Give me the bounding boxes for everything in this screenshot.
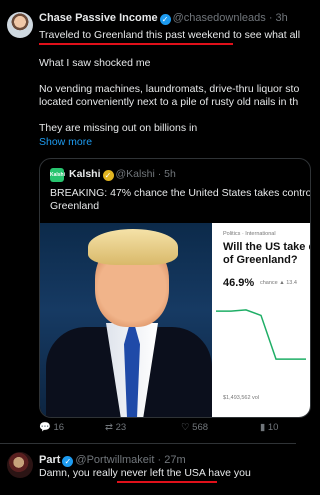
views-button[interactable]: ▮ 10 (260, 422, 278, 433)
like-button[interactable]: ♡ 568 (181, 422, 208, 433)
repost-icon: ⇄ (105, 422, 113, 433)
divider (0, 443, 296, 444)
heart-icon: ♡ (181, 422, 190, 433)
market-card-image[interactable]: Politics · International Will the US tak… (212, 223, 310, 417)
chart-line (216, 309, 306, 360)
views-icon: ▮ (260, 422, 266, 433)
reply-button[interactable]: 💬 16 (39, 422, 64, 433)
views-count: 10 (267, 422, 279, 433)
hair-shape (88, 229, 178, 265)
verified-badge-icon: ✓ (102, 170, 114, 181)
market-title-line: Will the US take c (223, 241, 311, 253)
tweet-header: Chase Passive Income ✓ @chasedownleads · 3… (39, 12, 288, 25)
market-title-line: of Greenland? (223, 254, 298, 266)
reply-timestamp[interactable]: · 27m (157, 454, 185, 466)
quoted-author-name: Kalshi (69, 168, 101, 180)
author-name[interactable]: Chase Passive Income (39, 12, 158, 24)
quoted-tweet-text: BREAKING: 47% chance the United States t… (50, 187, 311, 199)
market-title: Will the US take c of Greenland? (223, 241, 311, 267)
like-count: 568 (192, 422, 209, 433)
reply-author-name[interactable]: Part (39, 454, 60, 466)
handwritten-underline (39, 43, 233, 45)
verified-badge-icon: ✓ (159, 14, 171, 25)
reply-author-handle[interactable]: @Portwillmakeit (75, 454, 154, 466)
timestamp[interactable]: · 3h (269, 12, 288, 24)
reply-text: Damn, you really never left the USA have… (39, 467, 251, 479)
handwritten-underline (117, 481, 217, 483)
quoted-tweet-header: Kalshi ✓ @Kalshi · 5h (69, 168, 176, 181)
quoted-author-handle: @Kalshi (115, 168, 155, 180)
market-change: chance ▲ 13.4 (260, 280, 297, 286)
tweet-text-line: No vending machines, laundromats, drive-… (39, 83, 300, 95)
action-bar: 💬 16 ⇄ 23 ♡ 568 ▮ 10 (39, 422, 296, 436)
repost-count: 23 (115, 422, 127, 433)
quoted-timestamp: · 5h (157, 168, 176, 180)
portrait-image[interactable] (40, 223, 212, 417)
author-handle[interactable]: @chasedownleads (173, 12, 266, 24)
market-volume: $1,493,562 vol (223, 395, 260, 401)
reply-count: 16 (53, 422, 65, 433)
avatar[interactable] (7, 12, 33, 38)
kalshi-logo: Kalshi (50, 168, 65, 182)
tweet-text-line: They are missing out on billions in (39, 122, 198, 134)
tweet-text-line: What I saw shocked me (39, 57, 151, 69)
quoted-tweet[interactable]: Kalshi Kalshi ✓ @Kalshi · 5h BREAKING: 47%… (39, 158, 311, 418)
market-breadcrumb: Politics · International (223, 231, 276, 237)
avatar[interactable] (7, 452, 33, 478)
market-percent: 46.9% (223, 277, 255, 289)
reply-header: Part ✓ @Portwillmakeit · 27m (39, 454, 186, 467)
verified-badge-icon: ✓ (62, 456, 74, 467)
repost-button[interactable]: ⇄ 23 (105, 422, 126, 433)
tweet-text-line: Traveled to Greenland this past weekend … (39, 29, 301, 41)
market-chart (216, 309, 306, 360)
reply-icon: 💬 (39, 422, 51, 433)
tweet[interactable]: Chase Passive Income ✓ @chasedownleads · 3… (0, 0, 311, 433)
show-more-link[interactable]: Show more (39, 136, 92, 149)
quoted-tweet-text: Greenland (50, 200, 100, 212)
tweet-text-line: located conveniently next to a pile of r… (39, 96, 299, 108)
